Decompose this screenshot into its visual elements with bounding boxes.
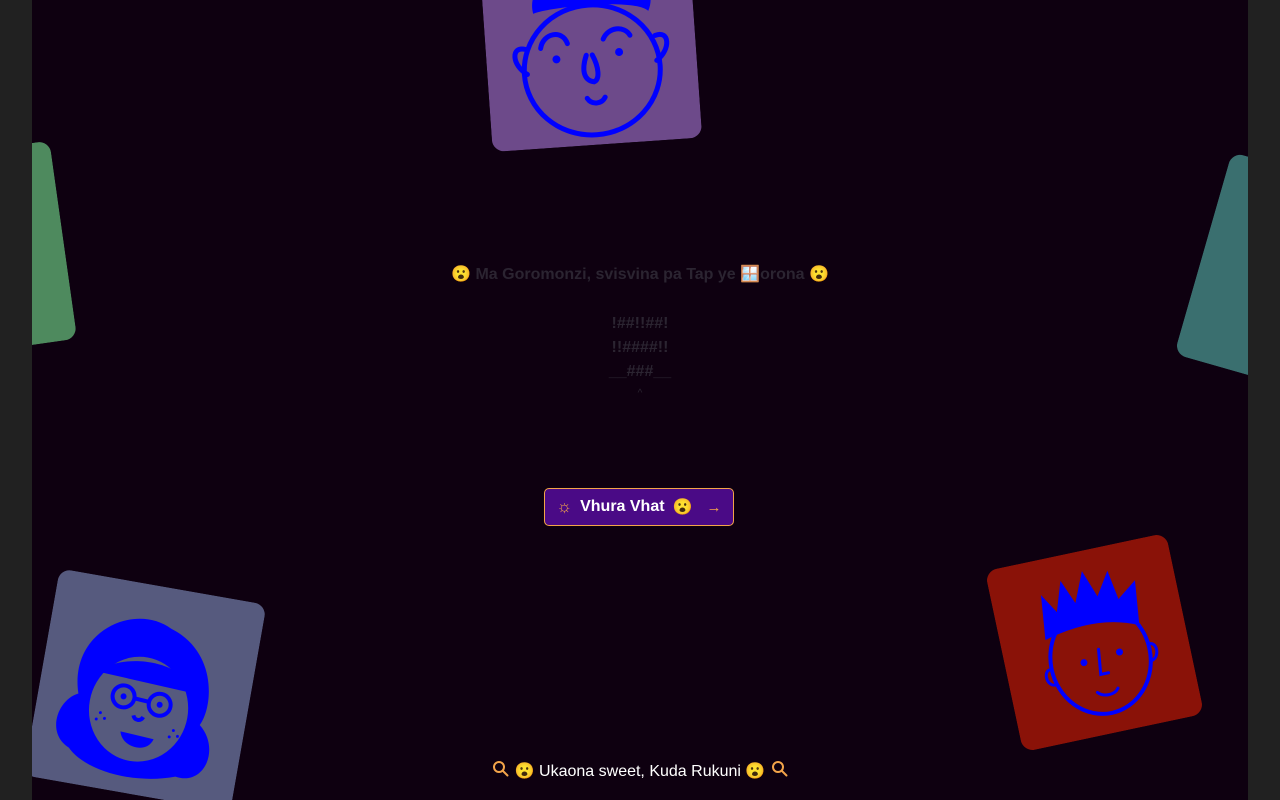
avatar-card-bottom-right [984,532,1205,753]
face-curly-hair-icon [477,0,703,153]
ascii-line: !##!!##! [611,315,669,332]
avatar-card-top [477,0,703,153]
ascii-line: !!####!! [611,339,669,356]
open-chat-button[interactable]: ☼ Vhura Vhat 😮 → [544,488,734,526]
landing-page: 😮 Ma Goromonzi, svisvina pa Tap ye 🪟oron… [32,0,1248,800]
open-chat-label: Vhura Vhat [580,498,665,515]
footer-text: 😮 Ukaona sweet, Kuda Rukuni 😮 [514,763,766,780]
ascii-caret: ^ [637,388,643,399]
face-spiky-hair-icon [984,532,1205,753]
footer: 😮 Ukaona sweet, Kuda Rukuni 😮 [32,760,1248,782]
magnifier-icon [492,760,509,782]
tagline: 😮 Ma Goromonzi, svisvina pa Tap ye 🪟oron… [451,266,829,283]
ascii-art: !##!!##! !!####!! __###__ [32,312,1248,384]
magnifier-icon [771,760,788,782]
ascii-line: __###__ [608,363,672,380]
cta-emoji: 😮 [672,499,693,516]
sun-icon: ☼ [556,497,573,516]
arrow-right-icon: → [706,498,722,516]
